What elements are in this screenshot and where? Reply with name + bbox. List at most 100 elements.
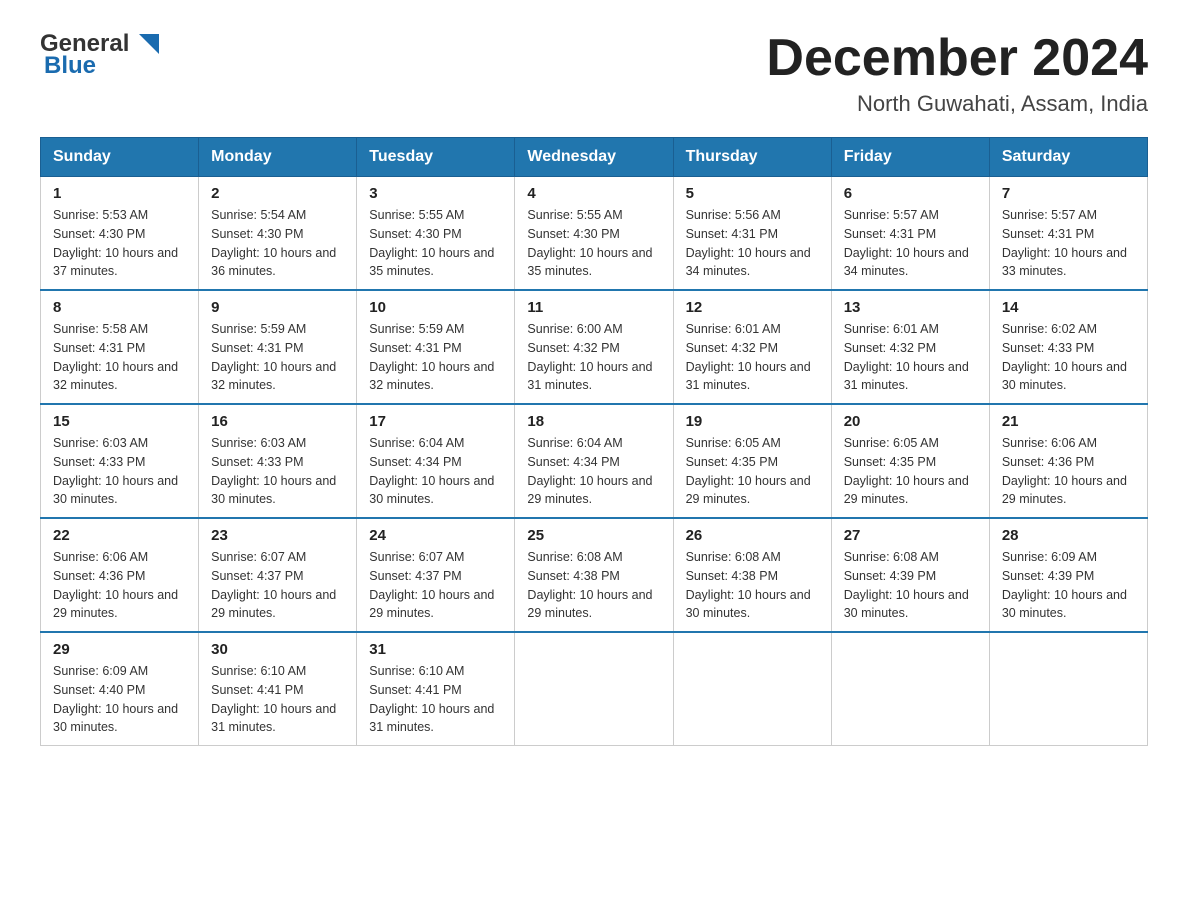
day-info: Sunrise: 5:57 AM Sunset: 4:31 PM Dayligh… bbox=[1002, 206, 1135, 281]
table-row: 28 Sunrise: 6:09 AM Sunset: 4:39 PM Dayl… bbox=[989, 518, 1147, 632]
day-info: Sunrise: 5:55 AM Sunset: 4:30 PM Dayligh… bbox=[527, 206, 660, 281]
table-row: 23 Sunrise: 6:07 AM Sunset: 4:37 PM Dayl… bbox=[199, 518, 357, 632]
table-row: 30 Sunrise: 6:10 AM Sunset: 4:41 PM Dayl… bbox=[199, 632, 357, 746]
title-section: December 2024 North Guwahati, Assam, Ind… bbox=[766, 30, 1148, 117]
day-number: 26 bbox=[686, 527, 819, 544]
table-row: 18 Sunrise: 6:04 AM Sunset: 4:34 PM Dayl… bbox=[515, 404, 673, 518]
day-info: Sunrise: 5:59 AM Sunset: 4:31 PM Dayligh… bbox=[211, 320, 344, 395]
table-row: 22 Sunrise: 6:06 AM Sunset: 4:36 PM Dayl… bbox=[41, 518, 199, 632]
day-info: Sunrise: 5:57 AM Sunset: 4:31 PM Dayligh… bbox=[844, 206, 977, 281]
day-info: Sunrise: 6:03 AM Sunset: 4:33 PM Dayligh… bbox=[211, 434, 344, 509]
day-info: Sunrise: 6:08 AM Sunset: 4:38 PM Dayligh… bbox=[686, 548, 819, 623]
col-tuesday: Tuesday bbox=[357, 138, 515, 177]
calendar-week-row: 15 Sunrise: 6:03 AM Sunset: 4:33 PM Dayl… bbox=[41, 404, 1148, 518]
day-info: Sunrise: 6:01 AM Sunset: 4:32 PM Dayligh… bbox=[844, 320, 977, 395]
table-row: 1 Sunrise: 5:53 AM Sunset: 4:30 PM Dayli… bbox=[41, 177, 199, 291]
day-info: Sunrise: 5:53 AM Sunset: 4:30 PM Dayligh… bbox=[53, 206, 186, 281]
day-info: Sunrise: 6:10 AM Sunset: 4:41 PM Dayligh… bbox=[211, 662, 344, 737]
day-info: Sunrise: 6:00 AM Sunset: 4:32 PM Dayligh… bbox=[527, 320, 660, 395]
day-info: Sunrise: 6:07 AM Sunset: 4:37 PM Dayligh… bbox=[369, 548, 502, 623]
calendar-week-row: 29 Sunrise: 6:09 AM Sunset: 4:40 PM Dayl… bbox=[41, 632, 1148, 746]
day-number: 22 bbox=[53, 527, 186, 544]
day-number: 12 bbox=[686, 299, 819, 316]
day-number: 5 bbox=[686, 185, 819, 202]
day-info: Sunrise: 5:59 AM Sunset: 4:31 PM Dayligh… bbox=[369, 320, 502, 395]
table-row: 6 Sunrise: 5:57 AM Sunset: 4:31 PM Dayli… bbox=[831, 177, 989, 291]
table-row: 16 Sunrise: 6:03 AM Sunset: 4:33 PM Dayl… bbox=[199, 404, 357, 518]
day-number: 13 bbox=[844, 299, 977, 316]
table-row: 13 Sunrise: 6:01 AM Sunset: 4:32 PM Dayl… bbox=[831, 290, 989, 404]
day-number: 18 bbox=[527, 413, 660, 430]
day-number: 6 bbox=[844, 185, 977, 202]
logo-text-blue: Blue bbox=[44, 52, 96, 80]
day-info: Sunrise: 6:01 AM Sunset: 4:32 PM Dayligh… bbox=[686, 320, 819, 395]
day-number: 16 bbox=[211, 413, 344, 430]
day-info: Sunrise: 6:04 AM Sunset: 4:34 PM Dayligh… bbox=[527, 434, 660, 509]
day-info: Sunrise: 6:03 AM Sunset: 4:33 PM Dayligh… bbox=[53, 434, 186, 509]
calendar-week-row: 22 Sunrise: 6:06 AM Sunset: 4:36 PM Dayl… bbox=[41, 518, 1148, 632]
day-info: Sunrise: 6:06 AM Sunset: 4:36 PM Dayligh… bbox=[53, 548, 186, 623]
page-header: General Blue December 2024 North Guwahat… bbox=[40, 30, 1148, 117]
table-row: 12 Sunrise: 6:01 AM Sunset: 4:32 PM Dayl… bbox=[673, 290, 831, 404]
calendar-header-row: Sunday Monday Tuesday Wednesday Thursday… bbox=[41, 138, 1148, 177]
day-info: Sunrise: 5:56 AM Sunset: 4:31 PM Dayligh… bbox=[686, 206, 819, 281]
day-number: 23 bbox=[211, 527, 344, 544]
day-info: Sunrise: 6:08 AM Sunset: 4:39 PM Dayligh… bbox=[844, 548, 977, 623]
day-number: 9 bbox=[211, 299, 344, 316]
calendar-table: Sunday Monday Tuesday Wednesday Thursday… bbox=[40, 137, 1148, 746]
day-info: Sunrise: 6:06 AM Sunset: 4:36 PM Dayligh… bbox=[1002, 434, 1135, 509]
day-number: 10 bbox=[369, 299, 502, 316]
table-row: 5 Sunrise: 5:56 AM Sunset: 4:31 PM Dayli… bbox=[673, 177, 831, 291]
table-row: 11 Sunrise: 6:00 AM Sunset: 4:32 PM Dayl… bbox=[515, 290, 673, 404]
col-sunday: Sunday bbox=[41, 138, 199, 177]
table-row: 20 Sunrise: 6:05 AM Sunset: 4:35 PM Dayl… bbox=[831, 404, 989, 518]
table-row: 2 Sunrise: 5:54 AM Sunset: 4:30 PM Dayli… bbox=[199, 177, 357, 291]
day-number: 2 bbox=[211, 185, 344, 202]
location-subtitle: North Guwahati, Assam, India bbox=[766, 91, 1148, 117]
table-row: 17 Sunrise: 6:04 AM Sunset: 4:34 PM Dayl… bbox=[357, 404, 515, 518]
day-info: Sunrise: 6:04 AM Sunset: 4:34 PM Dayligh… bbox=[369, 434, 502, 509]
table-row bbox=[515, 632, 673, 746]
calendar-week-row: 8 Sunrise: 5:58 AM Sunset: 4:31 PM Dayli… bbox=[41, 290, 1148, 404]
day-info: Sunrise: 5:55 AM Sunset: 4:30 PM Dayligh… bbox=[369, 206, 502, 281]
col-saturday: Saturday bbox=[989, 138, 1147, 177]
table-row bbox=[673, 632, 831, 746]
table-row: 14 Sunrise: 6:02 AM Sunset: 4:33 PM Dayl… bbox=[989, 290, 1147, 404]
month-year-title: December 2024 bbox=[766, 30, 1148, 87]
day-number: 3 bbox=[369, 185, 502, 202]
table-row: 31 Sunrise: 6:10 AM Sunset: 4:41 PM Dayl… bbox=[357, 632, 515, 746]
table-row: 19 Sunrise: 6:05 AM Sunset: 4:35 PM Dayl… bbox=[673, 404, 831, 518]
day-number: 29 bbox=[53, 641, 186, 658]
col-friday: Friday bbox=[831, 138, 989, 177]
table-row: 10 Sunrise: 5:59 AM Sunset: 4:31 PM Dayl… bbox=[357, 290, 515, 404]
day-info: Sunrise: 6:07 AM Sunset: 4:37 PM Dayligh… bbox=[211, 548, 344, 623]
day-number: 8 bbox=[53, 299, 186, 316]
table-row: 24 Sunrise: 6:07 AM Sunset: 4:37 PM Dayl… bbox=[357, 518, 515, 632]
day-number: 4 bbox=[527, 185, 660, 202]
table-row: 15 Sunrise: 6:03 AM Sunset: 4:33 PM Dayl… bbox=[41, 404, 199, 518]
day-info: Sunrise: 6:08 AM Sunset: 4:38 PM Dayligh… bbox=[527, 548, 660, 623]
day-number: 27 bbox=[844, 527, 977, 544]
day-info: Sunrise: 6:09 AM Sunset: 4:40 PM Dayligh… bbox=[53, 662, 186, 737]
table-row: 29 Sunrise: 6:09 AM Sunset: 4:40 PM Dayl… bbox=[41, 632, 199, 746]
table-row: 8 Sunrise: 5:58 AM Sunset: 4:31 PM Dayli… bbox=[41, 290, 199, 404]
day-info: Sunrise: 6:02 AM Sunset: 4:33 PM Dayligh… bbox=[1002, 320, 1135, 395]
table-row: 3 Sunrise: 5:55 AM Sunset: 4:30 PM Dayli… bbox=[357, 177, 515, 291]
day-number: 31 bbox=[369, 641, 502, 658]
day-number: 1 bbox=[53, 185, 186, 202]
day-number: 19 bbox=[686, 413, 819, 430]
col-thursday: Thursday bbox=[673, 138, 831, 177]
table-row: 21 Sunrise: 6:06 AM Sunset: 4:36 PM Dayl… bbox=[989, 404, 1147, 518]
day-number: 24 bbox=[369, 527, 502, 544]
col-monday: Monday bbox=[199, 138, 357, 177]
table-row bbox=[831, 632, 989, 746]
table-row: 9 Sunrise: 5:59 AM Sunset: 4:31 PM Dayli… bbox=[199, 290, 357, 404]
table-row: 27 Sunrise: 6:08 AM Sunset: 4:39 PM Dayl… bbox=[831, 518, 989, 632]
table-row bbox=[989, 632, 1147, 746]
logo-triangle-icon bbox=[135, 30, 163, 58]
day-number: 17 bbox=[369, 413, 502, 430]
day-number: 25 bbox=[527, 527, 660, 544]
table-row: 7 Sunrise: 5:57 AM Sunset: 4:31 PM Dayli… bbox=[989, 177, 1147, 291]
table-row: 25 Sunrise: 6:08 AM Sunset: 4:38 PM Dayl… bbox=[515, 518, 673, 632]
day-info: Sunrise: 6:05 AM Sunset: 4:35 PM Dayligh… bbox=[686, 434, 819, 509]
